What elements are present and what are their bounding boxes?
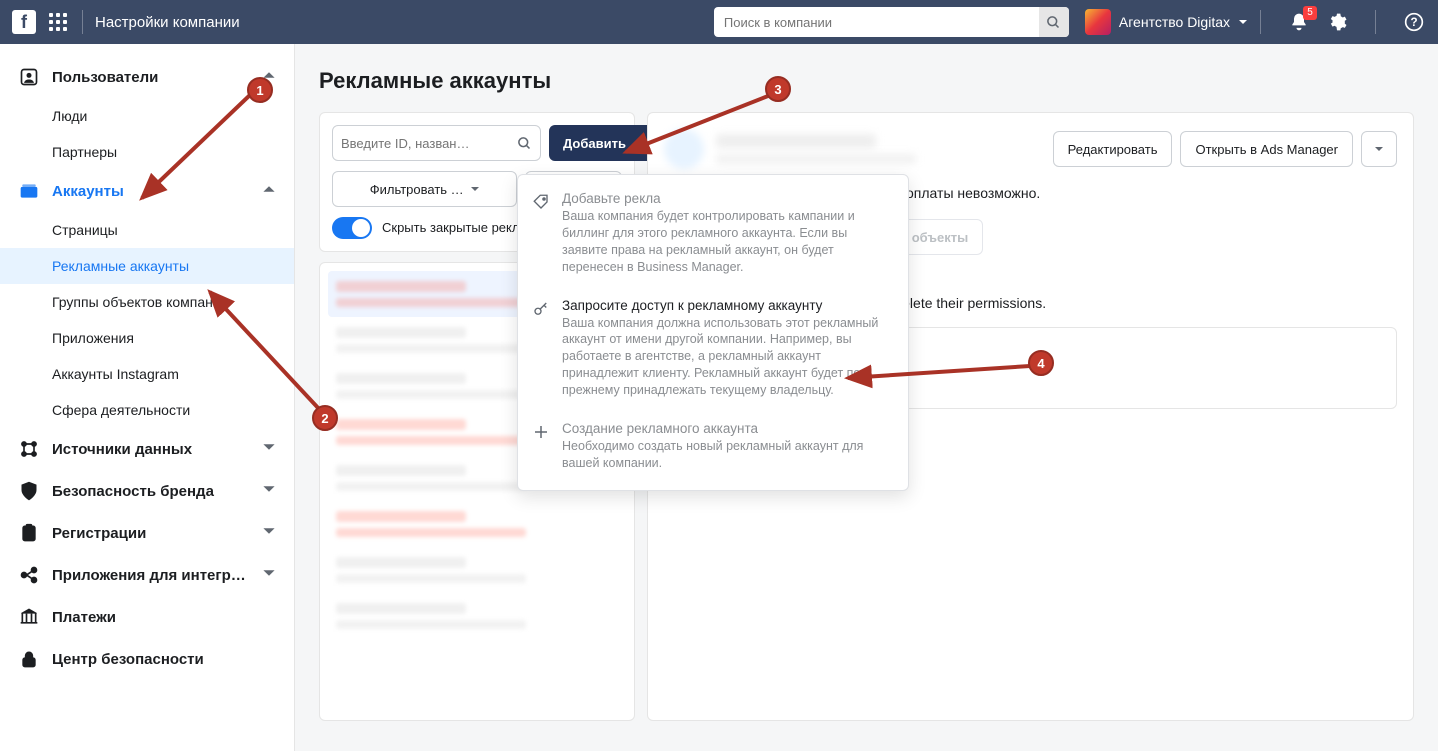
- shield-icon: [18, 480, 40, 502]
- sidebar-section-accounts[interactable]: Аккаунты: [0, 170, 294, 212]
- topbar: f Настройки компании Агентство Digitax 5…: [0, 0, 1438, 44]
- sidebar-item-apps[interactable]: Приложения: [0, 320, 294, 356]
- clipboard-icon: [18, 522, 40, 544]
- sidebar-item-business-line[interactable]: Сфера деятельности: [0, 392, 294, 428]
- search-icon[interactable]: [1039, 7, 1069, 37]
- sidebar-section-brandsafety[interactable]: Безопасность бренда: [0, 470, 294, 512]
- chevron-down-icon: [262, 566, 276, 584]
- sidebar-item-people[interactable]: Люди: [0, 98, 294, 134]
- chevron-up-icon: [262, 182, 276, 200]
- notif-badge: 5: [1303, 6, 1317, 20]
- sidebar-item-partners[interactable]: Партнеры: [0, 134, 294, 170]
- sidebar-section-security[interactable]: Центр безопасности: [0, 638, 294, 680]
- callout-2: 2: [312, 405, 338, 431]
- callout-3: 3: [765, 76, 791, 102]
- more-button[interactable]: [1361, 131, 1397, 167]
- company-name: Агентство Digitax: [1119, 14, 1230, 30]
- sidebar-item-instagram[interactable]: Аккаунты Instagram: [0, 356, 294, 392]
- notifications-icon[interactable]: 5: [1287, 10, 1311, 34]
- account-list-item[interactable]: [328, 593, 626, 639]
- sidebar-item-object-groups[interactable]: Группы объектов компании: [0, 284, 294, 320]
- dropdown-item-title: Создание рекламного аккаунта: [562, 421, 894, 436]
- add-dropdown: Добавьте рекла Ваша компания будет контр…: [517, 174, 909, 491]
- account-search[interactable]: [332, 125, 541, 161]
- open-ads-manager-button[interactable]: Открыть в Ads Manager: [1180, 131, 1353, 167]
- chevron-down-icon: [262, 524, 276, 542]
- dropdown-item-desc: Ваша компания должна использовать этот р…: [562, 315, 894, 399]
- callout-4: 4: [1028, 350, 1054, 376]
- apps-grid-icon[interactable]: [46, 10, 70, 34]
- edit-button[interactable]: Редактировать: [1053, 131, 1173, 167]
- gear-icon[interactable]: [1325, 10, 1349, 34]
- divider: [1375, 10, 1376, 34]
- topbar-title: Настройки компании: [95, 14, 240, 31]
- sidebar-section-label: Регистрации: [52, 525, 146, 542]
- users-icon: [18, 66, 40, 88]
- sidebar-section-label: Центр безопасности: [52, 651, 204, 668]
- caret-down-icon: [470, 182, 480, 197]
- sidebar: Пользователи Люди Партнеры Аккаунты Стра…: [0, 44, 295, 751]
- dropdown-item-request-access[interactable]: Запросите доступ к рекламному аккаунту В…: [518, 288, 908, 411]
- payments-icon: [18, 606, 40, 628]
- search-icon: [517, 136, 532, 151]
- add-button[interactable]: Добавить: [549, 125, 658, 161]
- account-avatar: [664, 129, 704, 169]
- datasources-icon: [18, 438, 40, 460]
- sidebar-item-pages[interactable]: Страницы: [0, 212, 294, 248]
- page-title: Рекламные аккаунты: [319, 68, 1414, 94]
- account-list-item[interactable]: [328, 547, 626, 593]
- caret-down-icon: [1238, 14, 1248, 30]
- divider: [82, 10, 83, 34]
- account-list-item[interactable]: [328, 501, 626, 547]
- filter-button[interactable]: Фильтровать …: [332, 171, 517, 207]
- sidebar-section-label: Аккаунты: [52, 183, 124, 200]
- chevron-down-icon: [262, 482, 276, 500]
- company-switcher[interactable]: Агентство Digitax: [1085, 9, 1248, 35]
- sidebar-section-label: Безопасность бренда: [52, 483, 214, 500]
- account-search-input[interactable]: [341, 136, 517, 151]
- hide-closed-toggle[interactable]: [332, 217, 372, 239]
- sidebar-section-label: Платежи: [52, 609, 116, 626]
- svg-text:?: ?: [1410, 16, 1417, 29]
- facebook-logo[interactable]: f: [12, 10, 36, 34]
- sidebar-item-ad-accounts[interactable]: Рекламные аккаунты: [0, 248, 294, 284]
- company-search-input[interactable]: [714, 15, 1039, 30]
- filter-button-label: Фильтровать …: [370, 182, 464, 197]
- integrations-icon: [18, 564, 40, 586]
- accounts-icon: [18, 180, 40, 202]
- lock-icon: [18, 648, 40, 670]
- chevron-down-icon: [262, 440, 276, 458]
- sidebar-section-payments[interactable]: Платежи: [0, 596, 294, 638]
- dropdown-item-desc: Необходимо создать новый рекламный аккау…: [562, 438, 894, 472]
- sidebar-section-datasources[interactable]: Источники данных: [0, 428, 294, 470]
- caret-down-icon: [1374, 144, 1384, 154]
- dropdown-item-desc: Ваша компания будет контролировать кампа…: [562, 208, 894, 276]
- sidebar-section-label: Пользователи: [52, 69, 158, 86]
- key-icon: [532, 298, 550, 399]
- plus-icon: [532, 421, 550, 472]
- dropdown-item-title: Добавьте рекла: [562, 191, 894, 206]
- callout-1: 1: [247, 77, 273, 103]
- company-search[interactable]: [714, 7, 1069, 37]
- sidebar-section-label: Приложения для интегр…: [52, 567, 246, 584]
- dropdown-item-claim[interactable]: Добавьте рекла Ваша компания будет контр…: [518, 181, 908, 288]
- help-icon[interactable]: ?: [1402, 10, 1426, 34]
- caret-down-icon: [634, 136, 644, 151]
- company-avatar: [1085, 9, 1111, 35]
- add-button-label: Добавить: [563, 136, 626, 151]
- sidebar-section-integrations[interactable]: Приложения для интегр…: [0, 554, 294, 596]
- sidebar-section-label: Источники данных: [52, 441, 192, 458]
- sidebar-section-registrations[interactable]: Регистрации: [0, 512, 294, 554]
- tag-icon: [532, 191, 550, 276]
- divider: [1260, 10, 1261, 34]
- dropdown-item-create[interactable]: Создание рекламного аккаунта Необходимо …: [518, 411, 908, 484]
- dropdown-item-title: Запросите доступ к рекламному аккаунту: [562, 298, 894, 313]
